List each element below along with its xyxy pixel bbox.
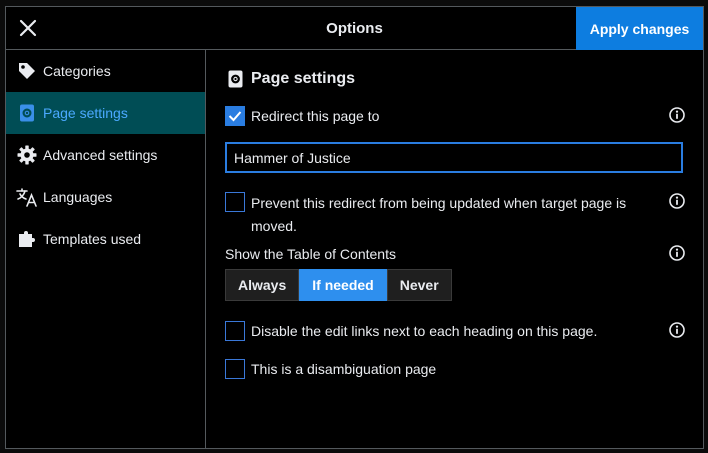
sidebar-item-label: Languages: [43, 189, 113, 205]
info-icon[interactable]: [669, 193, 685, 209]
close-icon: [19, 19, 37, 37]
toc-if-needed-button[interactable]: If needed: [299, 269, 387, 301]
sidebar-item-languages[interactable]: Languages: [6, 176, 205, 218]
toc-label: Show the Table of Contents: [225, 246, 396, 262]
dialog-header: Options Apply changes: [6, 7, 703, 50]
checkmark-icon: [228, 111, 242, 122]
redirect-checkbox[interactable]: [225, 106, 245, 126]
page-settings-icon: [16, 102, 38, 124]
section-title-text: Page settings: [251, 70, 356, 87]
page-settings-icon: [228, 70, 244, 88]
sidebar: Categories Page settings Advanced settin…: [6, 50, 206, 448]
close-button[interactable]: [14, 14, 42, 42]
sidebar-item-categories[interactable]: Categories: [6, 50, 205, 92]
puzzle-icon: [16, 228, 38, 250]
gear-icon: [16, 144, 38, 166]
toc-button-group: Always If needed Never: [225, 269, 452, 301]
disambiguation-row: This is a disambiguation page: [225, 359, 685, 379]
redirect-row: Redirect this page to: [225, 106, 685, 126]
sidebar-item-advanced-settings[interactable]: Advanced settings: [6, 134, 205, 176]
section-title: Page settings: [228, 70, 355, 88]
sidebar-item-templates-used[interactable]: Templates used: [6, 218, 205, 260]
language-icon: [16, 186, 38, 208]
sidebar-item-label: Templates used: [43, 231, 142, 247]
disable-edit-links-row: Disable the edit links next to each head…: [225, 321, 685, 341]
prevent-update-label: Prevent this redirect from being updated…: [251, 195, 627, 234]
sidebar-item-page-settings[interactable]: Page settings: [6, 92, 205, 134]
prevent-update-row: Prevent this redirect from being updated…: [225, 192, 685, 238]
toc-never-button[interactable]: Never: [386, 269, 452, 301]
redirect-label: Redirect this page to: [251, 108, 380, 124]
apply-changes-button[interactable]: Apply changes: [576, 7, 703, 50]
sidebar-item-label: Page settings: [43, 105, 128, 121]
toc-always-button[interactable]: Always: [225, 269, 300, 301]
disambiguation-label: This is a disambiguation page: [251, 361, 437, 377]
options-dialog: Options Apply changes Categories Page se…: [5, 6, 704, 449]
redirect-target-input[interactable]: [225, 142, 683, 173]
info-icon[interactable]: [669, 245, 685, 261]
tag-icon: [16, 60, 38, 82]
disable-edit-links-label: Disable the edit links next to each head…: [251, 323, 598, 339]
info-icon[interactable]: [669, 107, 685, 123]
info-icon[interactable]: [669, 322, 685, 338]
prevent-update-checkbox[interactable]: [225, 192, 245, 212]
sidebar-item-label: Categories: [43, 63, 111, 79]
sidebar-item-label: Advanced settings: [43, 147, 158, 163]
page-settings-panel: Page settings Redirect this page to Prev…: [225, 50, 685, 448]
disambiguation-checkbox[interactable]: [225, 359, 245, 379]
disable-edit-links-checkbox[interactable]: [225, 321, 245, 341]
